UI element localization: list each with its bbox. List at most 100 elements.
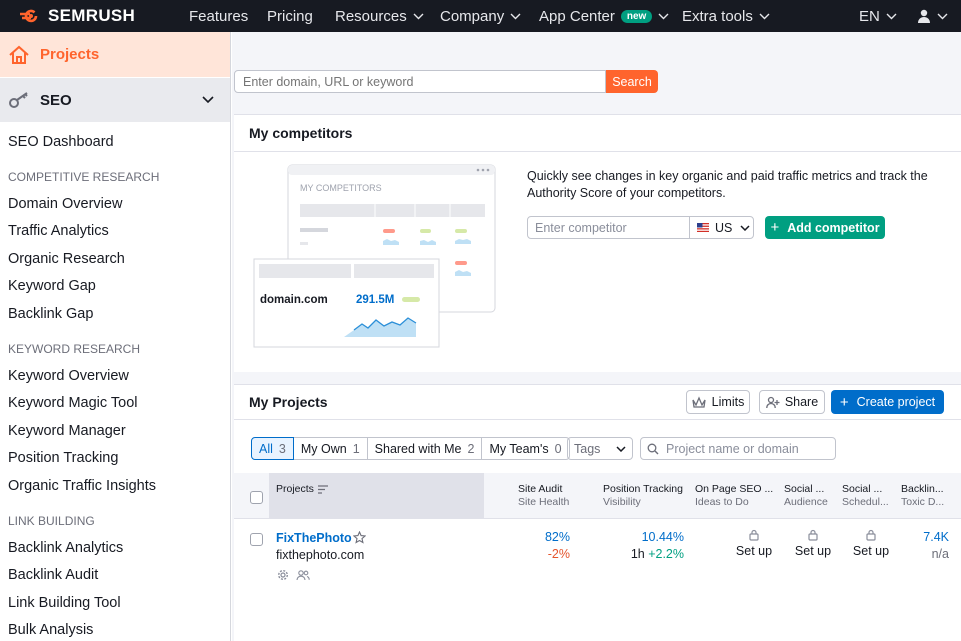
toxic-value: 7.4K — [923, 530, 949, 544]
add-competitor-button[interactable]: + Add competitor — [765, 216, 885, 239]
sidebar-item-backlink-gap[interactable]: Backlink Gap — [0, 301, 230, 329]
plus-icon: + — [839, 393, 849, 411]
column-sublabel: Ideas to Do — [695, 496, 749, 508]
nav-resources[interactable]: Resources — [335, 0, 424, 32]
setup-label: Set up — [852, 544, 890, 558]
users-icon[interactable] — [296, 569, 310, 581]
column-label: Social ... — [784, 483, 825, 495]
sidebar-item-organic-research[interactable]: Organic Research — [0, 246, 230, 274]
star-icon[interactable] — [353, 531, 366, 544]
column-site-audit[interactable]: Site Audit Site Health — [518, 483, 569, 509]
search-icon — [647, 443, 659, 454]
competitors-description: Quickly see changes in key organic and p… — [527, 169, 928, 200]
sidebar-item-keyword-gap[interactable]: Keyword Gap — [0, 273, 230, 301]
sidebar-item-position-tracking[interactable]: Position Tracking — [0, 445, 230, 473]
nav-extra-tools[interactable]: Extra tools — [682, 0, 770, 32]
site-health-value: 82% — [544, 530, 570, 544]
tags-select[interactable]: Tags — [567, 437, 633, 460]
visibility-cell[interactable]: 10.44% 1h +2.2% — [594, 529, 684, 563]
sidebar-item-keyword-manager[interactable]: Keyword Manager — [0, 418, 230, 446]
country-select[interactable]: US — [689, 216, 754, 239]
sidebar-item-projects[interactable]: Projects — [0, 32, 230, 77]
sidebar-item-seo-dashboard[interactable]: SEO Dashboard — [0, 129, 230, 157]
column-label: Backlin... — [901, 483, 944, 495]
column-social-audience[interactable]: Social ... Audience — [784, 483, 828, 509]
nav-company[interactable]: Company — [440, 0, 521, 32]
sidebar-item-link-building-tool[interactable]: Link Building Tool — [0, 590, 230, 618]
nav-label: Company — [440, 7, 505, 25]
add-competitor-label: Add competitor — [787, 220, 880, 235]
backlink-audit-cell[interactable]: 7.4K n/a — [899, 529, 949, 563]
column-sublabel: Toxic D... — [901, 496, 945, 508]
chevron-down-icon — [510, 13, 521, 19]
nav-label: Extra tools — [682, 7, 753, 25]
column-sublabel: Visibility — [603, 496, 641, 508]
create-project-label: Create project — [856, 395, 936, 409]
nav-app-center[interactable]: App Center new — [539, 0, 669, 32]
column-on-page-seo[interactable]: On Page SEO ... Ideas to Do — [695, 483, 773, 509]
create-project-button[interactable]: + Create project — [831, 390, 944, 414]
nav-features[interactable]: Features — [189, 0, 248, 32]
search-placeholder: Project name or domain — [666, 441, 799, 456]
site-health-cell[interactable]: 82% -2% — [510, 529, 570, 563]
limits-button[interactable]: Limits — [686, 390, 750, 414]
sidebar: Projects SEO SEO Dashboard COMPETITIVE R… — [0, 32, 231, 641]
sidebar-item-traffic-analytics[interactable]: Traffic Analytics — [0, 218, 230, 246]
nav-pricing[interactable]: Pricing — [267, 0, 313, 32]
filter-all[interactable]: All 3 — [251, 437, 294, 460]
column-sublabel: Schedul... — [842, 496, 889, 508]
column-social-scheduler[interactable]: Social ... Schedul... — [842, 483, 889, 509]
lock-icon — [749, 529, 759, 541]
column-label: Site Audit — [518, 483, 563, 495]
domain-search-input[interactable] — [234, 70, 606, 93]
column-position-tracking[interactable]: Position Tracking Visibility — [603, 483, 683, 509]
language-selector[interactable]: EN — [859, 0, 897, 32]
projects-table-header: Projects Site Audit Site Health Position … — [234, 473, 961, 519]
gear-icon[interactable] — [277, 569, 289, 581]
share-button[interactable]: Share — [759, 390, 825, 414]
filter-my-own[interactable]: My Own 1 — [292, 437, 368, 460]
user-menu[interactable] — [917, 0, 948, 32]
filter-shared-with-me[interactable]: Shared with Me 2 — [366, 437, 483, 460]
filter-my-teams[interactable]: My Team's 0 — [481, 437, 570, 460]
sidebar-item-seo[interactable]: SEO — [0, 77, 230, 122]
domain-search: Search — [234, 70, 658, 93]
social-audience-setup[interactable]: Set up — [788, 529, 838, 558]
new-badge: new — [620, 9, 653, 23]
sidebar-item-bulk-analysis[interactable]: Bulk Analysis — [0, 617, 230, 641]
illustration-domain: domain.com — [260, 294, 328, 306]
sidebar-item-keyword-overview[interactable]: Keyword Overview — [0, 363, 230, 391]
sidebar-item-backlink-analytics[interactable]: Backlink Analytics — [0, 535, 230, 563]
top-navigation: SEMRUSH Features Pricing Resources Compa… — [0, 0, 961, 32]
semrush-flame-icon — [20, 9, 38, 23]
visibility-change: +2.2% — [648, 547, 684, 561]
select-all-checkbox[interactable] — [250, 491, 263, 504]
sidebar-item-backlink-audit[interactable]: Backlink Audit — [0, 562, 230, 590]
social-scheduler-setup[interactable]: Set up — [846, 529, 896, 558]
row-checkbox[interactable] — [250, 533, 263, 546]
key-icon — [9, 92, 28, 108]
competitor-input[interactable]: Enter competitor — [527, 216, 690, 239]
nav-label: Features — [189, 7, 249, 25]
limits-label: Limits — [711, 395, 745, 409]
filter-label: All — [259, 441, 273, 456]
on-page-seo-setup[interactable]: Set up — [729, 529, 779, 558]
projects-column-header[interactable]: Projects — [269, 473, 484, 519]
sidebar-item-organic-traffic-insights[interactable]: Organic Traffic Insights — [0, 473, 230, 501]
nav-label: App Center — [539, 7, 615, 25]
project-name-link[interactable]: FixThePhoto — [276, 531, 352, 545]
filter-label: Shared with Me — [374, 441, 462, 456]
sidebar-item-keyword-magic-tool[interactable]: Keyword Magic Tool — [0, 390, 230, 418]
semrush-logo[interactable]: SEMRUSH — [18, 6, 168, 26]
search-button[interactable]: Search — [606, 70, 658, 93]
column-label: Projects — [276, 483, 314, 495]
sidebar-section-title: LINK BUILDING — [8, 513, 95, 528]
project-search-input[interactable]: Project name or domain — [640, 437, 836, 460]
setup-label: Set up — [794, 544, 832, 558]
sidebar-item-domain-overview[interactable]: Domain Overview — [0, 191, 230, 219]
nav-label: Pricing — [267, 7, 313, 25]
home-icon — [9, 45, 29, 64]
column-backlink-audit[interactable]: Backlin... Toxic D... — [901, 483, 944, 509]
user-icon — [918, 9, 930, 23]
plus-icon: + — [770, 219, 780, 236]
